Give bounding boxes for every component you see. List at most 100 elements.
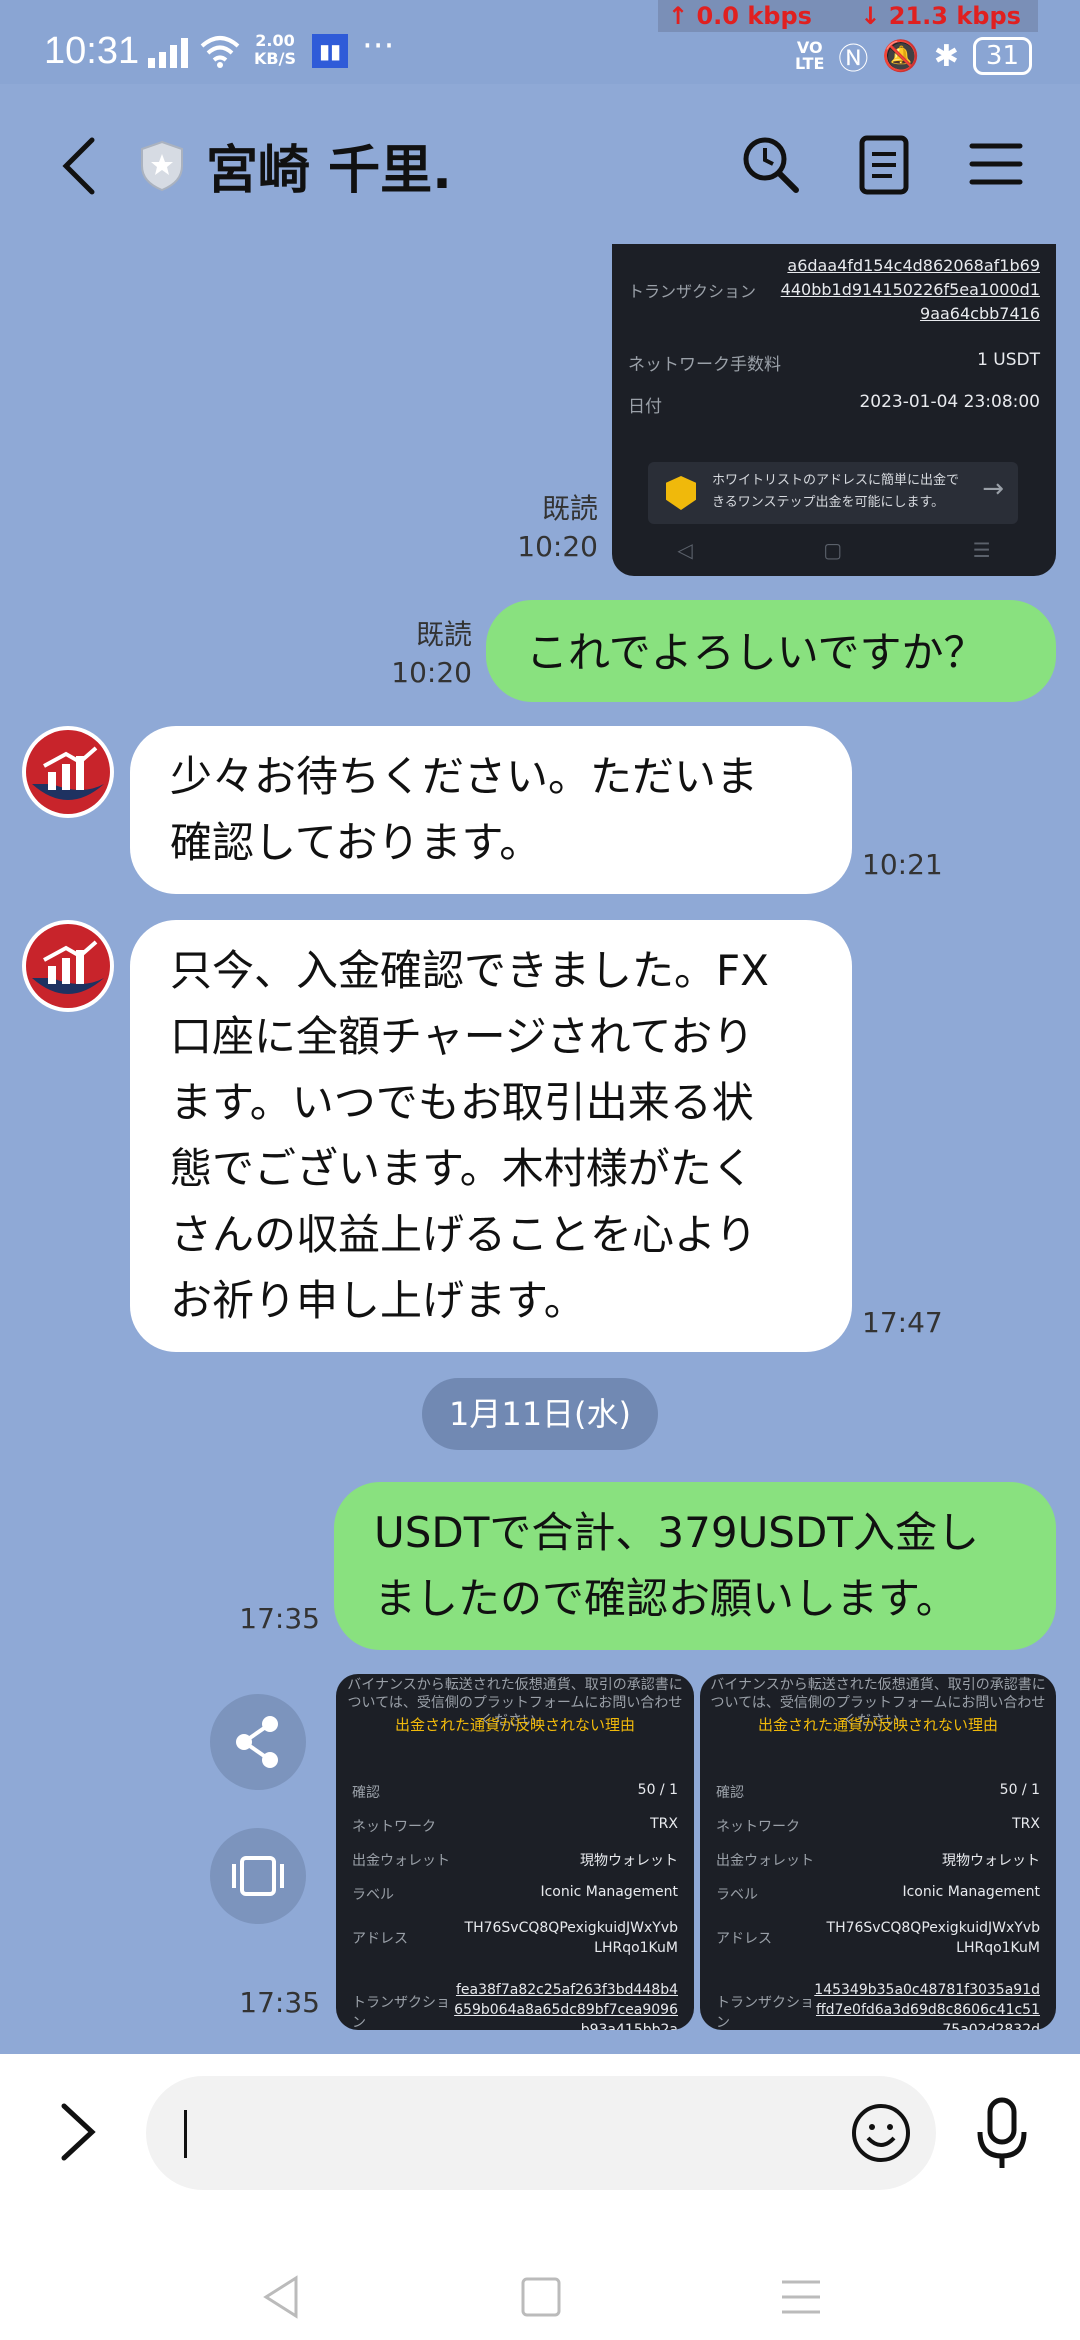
label-value: Iconic Management [540,1884,678,1900]
shield-icon [666,476,696,510]
address-row: アドレス TH76SvCQ8QPexigkuidJWxYvb LHRqo1KuM [716,1918,1040,1958]
shot-warning: 出金された通貨が反映されない理由 [394,1716,635,1734]
date-label: 日付 [628,397,662,417]
wallet-value: 現物ウォレット [942,1853,1040,1869]
address-label: アドレス [352,1931,408,1947]
shot-warning: 出金された通貨が反映されない理由 [757,1716,998,1734]
label-row: ラベル Iconic Management [352,1884,678,1904]
sent-message-1[interactable]: これでよろしいですか？ [486,600,1056,702]
message-line: 確認しております。 [170,818,542,867]
label-row: ラベル Iconic Management [716,1884,1040,1904]
menu-icon[interactable] [964,132,1028,196]
tx-hash-line: 440bb1d914150226f5ea1000d1 [780,280,1040,299]
address-label: アドレス [716,1931,772,1947]
tx-row: トランザクション a6daa4fd154c4d862068af1b69 440b… [628,254,1040,326]
speed-unit: KB/S [254,49,296,68]
address-value: TH76SvCQ8QPexigkuidJWxYvb LHRqo1KuM [827,1918,1040,1958]
network-value: TRX [1012,1816,1040,1832]
tx-hash-line: 659b064a8a65dc89bf7cea9096 [454,2002,678,2018]
message-time: 10:21 [862,848,943,881]
tx-hash[interactable]: a6daa4fd154c4d862068af1b69 440bb1d914150… [781,254,1040,326]
mute-icon: 🔕 [882,38,920,74]
image-message-left[interactable]: バイナンスから転送された仮想通貨、取引の承認書については、受信側のプラットフォー… [336,1674,694,2030]
message-input[interactable] [146,2076,936,2190]
nav-home-icon[interactable] [516,2272,566,2322]
received-message-1[interactable]: 少々お待ちください。ただいま 確認しております。 [130,726,852,894]
net-down: ↓ 21.3 kbps [860,2,1021,30]
tx-hash-line: 145349b35a0c48781f3035a91d [814,1982,1040,1998]
home-nav-icon: ▢ [823,538,843,562]
net-monitor: ↑ 0.0 kbps ↓ 21.3 kbps [658,0,1038,32]
message-line: 態でございます。木村様がたく [170,1144,754,1193]
message-line: ましたので確認お願いします。 [374,1574,958,1623]
status-right-icons: VO LTE Ⓝ 🔕 ✱ 31 [795,34,1032,78]
album-button[interactable] [210,1828,306,1924]
verified-shield-icon [141,140,183,192]
read-label: 既読 [415,618,472,651]
search-icon[interactable] [738,132,802,196]
message-time: 17:35 [239,1602,320,1635]
tx-hash[interactable]: 145349b35a0c48781f3035a91d ffd7e0fd6a3d69… [814,1980,1040,2030]
shot-navbar: ◁ ▢ ☰ [612,538,1056,562]
network-speed: 2.00 KB/S [254,32,296,68]
message-line: USDTで合計、379USDT入金し [374,1508,979,1557]
volte-indicator: VO LTE [795,38,825,73]
label-value: Iconic Management [902,1884,1040,1900]
tx-hash[interactable]: fea38f7a82c25af263f3bd448b4 659b064a8a65d… [454,1980,678,2030]
tx-label: トランザクション [352,1995,450,2030]
signal-icon [148,38,188,68]
fee-value: 1 USDT [977,350,1040,370]
date-value: 2023-01-04 23:08:00 [859,392,1040,412]
bluetooth-icon: ✱ [933,38,959,74]
notes-icon[interactable] [852,132,916,196]
sent-message-2[interactable]: USDTで合計、379USDT入金し ましたので確認お願いします。 [334,1482,1056,1650]
tx-hash-line: fea38f7a82c25af263f3bd448b4 [455,1982,678,1998]
net-up: ↑ 0.0 kbps [668,2,812,30]
message-line: 口座に全額チャージされており [170,1012,755,1061]
chart-logo-icon [26,924,110,1008]
nav-recents-icon[interactable] [776,2272,826,2322]
confirm-row: 確認 50 / 1 [716,1782,1040,1802]
back-nav-icon: ◁ [677,538,693,562]
nav-back-icon[interactable] [256,2272,306,2322]
message-time: 10:20 [391,656,472,689]
recents-nav-icon: ☰ [972,538,991,562]
avatar[interactable] [22,726,114,818]
emoji-icon[interactable] [850,2102,912,2164]
image-message-right[interactable]: バイナンスから転送された仮想通貨、取引の承認書については、受信側のプラットフォー… [700,1674,1056,2030]
network-row: ネットワーク TRX [716,1816,1040,1836]
confirm-value: 50 / 1 [637,1782,678,1798]
microphone-icon[interactable] [972,2096,1032,2172]
share-button[interactable] [210,1694,306,1790]
read-receipt-1: 既読 10:20 [512,490,598,566]
address-line: LHRqo1KuM [594,1940,678,1956]
message-time: 10:20 [517,530,598,563]
network-label: ネットワーク [716,1819,800,1835]
image-message-top[interactable]: トランザクション a6daa4fd154c4d862068af1b69 440b… [612,244,1056,576]
avatar[interactable] [22,920,114,1012]
more-notifications: ··· [362,26,395,66]
text-caret [184,2110,187,2158]
nfc-icon: Ⓝ [838,42,869,77]
confirm-row: 確認 50 / 1 [352,1782,678,1802]
banner-text: ホワイトリストのアドレスに簡単に出金できるワンステップ出金を可能にします。 [712,473,960,510]
address-value: TH76SvCQ8QPexigkuidJWxYvb LHRqo1KuM [465,1918,678,1958]
system-navbar [0,2254,1080,2340]
wifi-icon [200,36,240,68]
chevron-right-icon[interactable] [56,2100,100,2164]
address-line: LHRqo1KuM [956,1940,1040,1956]
chat-header: 宮崎 千里. [0,84,1080,244]
received-message-2[interactable]: 只今、入金確認できました。FX 口座に全額チャージされており ます。いつでもお取… [130,920,852,1352]
tx-row: トランザクション fea38f7a82c25af263f3bd448b4 659b… [352,1980,678,2030]
message-line: 只今、入金確認できました。FX [170,946,769,995]
wallet-label: 出金ウォレット [716,1853,814,1869]
network-value: TRX [650,1816,678,1832]
wallet-row: 出金ウォレット 現物ウォレット [352,1850,678,1870]
network-row: ネットワーク TRX [352,1816,678,1836]
confirm-value: 50 / 1 [999,1782,1040,1798]
album-icon [232,1856,284,1896]
tx-hash-line: b93a415bb2a [580,2022,678,2030]
label-label: ラベル [716,1887,758,1903]
back-arrow-icon[interactable] [58,136,98,196]
tx-label: トランザクション [716,1995,814,2030]
